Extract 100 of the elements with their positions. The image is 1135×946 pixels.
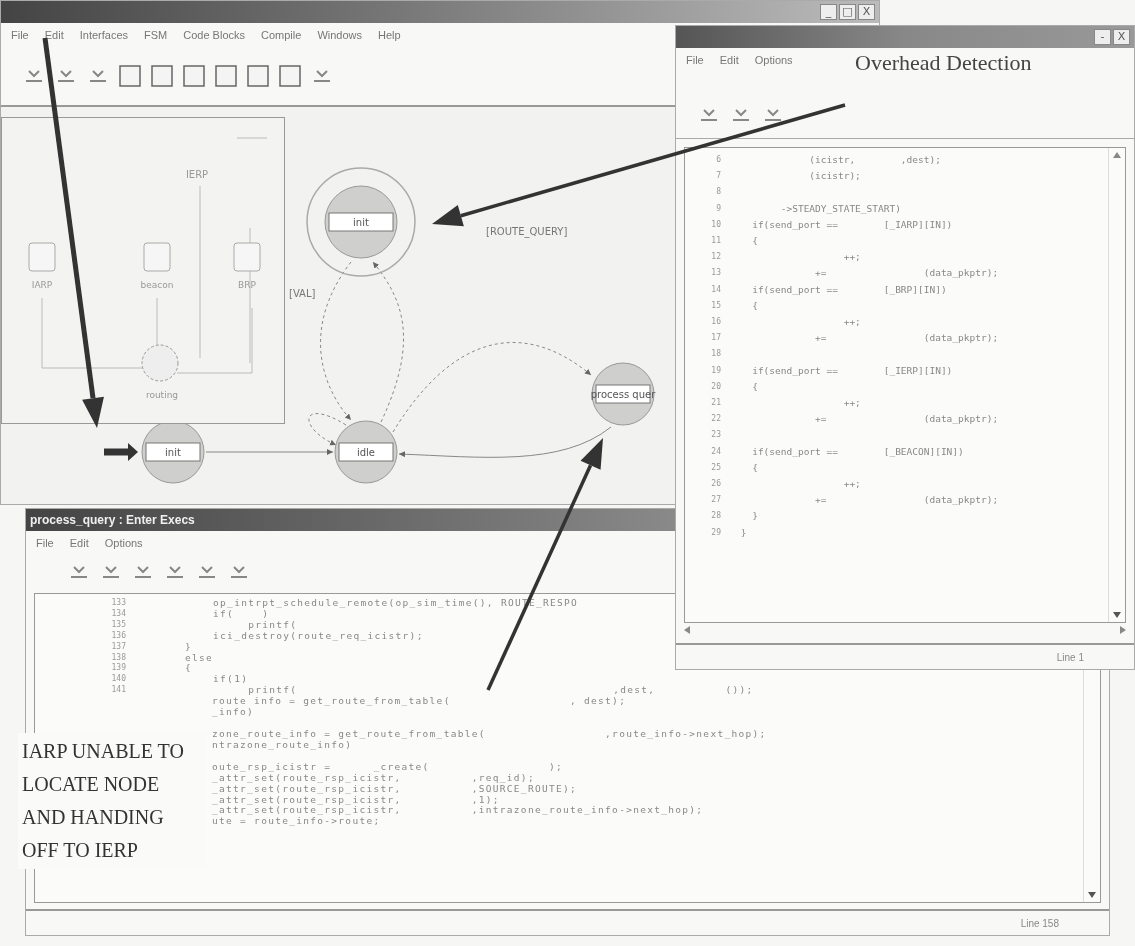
code-line: ++; — [842, 315, 861, 330]
line-number: 137 — [110, 641, 127, 653]
block-icon[interactable] — [277, 63, 303, 89]
code-line: ++; — [842, 477, 861, 492]
line-number: 10 — [710, 218, 722, 231]
menu-item[interactable]: Windows — [317, 29, 362, 41]
line-number: 12 — [710, 251, 722, 264]
window-control[interactable]: □ — [839, 4, 856, 20]
module-label: IERP — [185, 169, 209, 180]
menu-item[interactable]: Edit — [44, 29, 64, 41]
code-line: += (data_pkptr); — [814, 493, 999, 508]
line-number: 13 — [710, 267, 722, 280]
code-line: if(1) — [212, 674, 249, 686]
menu-item[interactable]: File — [686, 54, 704, 66]
line-number: 15 — [710, 299, 722, 312]
transition-label: [ROUTE_QUERY] — [486, 226, 568, 237]
code-line: } — [185, 641, 193, 653]
code-line: += (data_pkptr); — [814, 266, 999, 281]
line-number: 27 — [710, 494, 722, 507]
window-control[interactable]: X — [858, 4, 875, 20]
state-node[interactable]: idle — [334, 420, 398, 484]
code-line: { — [751, 298, 758, 313]
block-icon[interactable] — [117, 63, 143, 89]
line-number: 7 — [715, 170, 722, 183]
menu-item[interactable]: File — [36, 537, 54, 549]
menu-item[interactable]: Options — [104, 537, 143, 549]
code-line: if(send_port == [_IARP][IN]) — [751, 217, 953, 232]
scroll-left-icon[interactable] — [684, 626, 690, 634]
code-line: if(send_port == [_BRP][IN]) — [751, 282, 947, 297]
code-line: ++; — [842, 250, 861, 265]
status-text: Line 1 — [1056, 651, 1084, 663]
line-number: 139 — [110, 663, 127, 674]
annotation-text: Overhead Detection — [855, 50, 1032, 76]
line-number: 20 — [710, 380, 722, 393]
menu-item[interactable]: Help — [378, 29, 401, 41]
line-number: 24 — [710, 445, 722, 458]
code-line: += (data_pkptr); — [814, 412, 999, 427]
code-line: { — [751, 379, 758, 394]
block-icon[interactable] — [149, 63, 175, 89]
line-number: 18 — [710, 348, 722, 361]
block-icon[interactable] — [181, 63, 207, 89]
block-icon[interactable] — [245, 63, 271, 89]
code-line: printf( ,dest, ()); — [247, 685, 754, 697]
state-node[interactable]: init — [306, 167, 416, 277]
code-line: _attr_set(route_rsp_icistr, ,intrazone_route_info->next_hop); — [212, 805, 704, 817]
scroll-up-icon[interactable] — [1113, 152, 1121, 158]
line-number: 11 — [710, 235, 722, 247]
line-number: 134 — [110, 608, 127, 620]
code-line: if( ) — [212, 608, 270, 620]
line-number: 14 — [710, 283, 722, 296]
routing-node[interactable] — [141, 344, 179, 382]
code-line: _attr_set(route_rsp_icistr, ,SOURCE_ROUTE); — [212, 783, 577, 795]
code-line: (icistr); — [808, 169, 861, 184]
transition-label: [VAL] — [289, 288, 316, 299]
line-number: 9 — [715, 202, 722, 215]
menu-item[interactable]: File — [11, 29, 29, 41]
module-label: beacon — [140, 280, 174, 290]
menu-item[interactable]: FSM — [144, 29, 168, 41]
scroll-right-icon[interactable] — [1120, 626, 1126, 634]
module-label: BRP — [238, 280, 256, 290]
menu-item[interactable]: Edit — [719, 54, 739, 66]
code-line: if(send_port == [_IERP][IN]) — [751, 363, 953, 378]
menu-item[interactable]: Edit — [69, 537, 89, 549]
line-number: 25 — [710, 461, 722, 474]
code-line: oute_rsp_icistr = _create( ); — [212, 761, 563, 773]
menu-item[interactable]: Compile — [261, 29, 302, 41]
line-number: 23 — [710, 429, 722, 442]
scroll-down-icon[interactable] — [1088, 892, 1096, 898]
line-number: 26 — [710, 478, 722, 491]
menu-item[interactable]: Options — [754, 54, 793, 66]
window-control[interactable]: - — [1094, 29, 1111, 45]
code-line: _attr_set(route_rsp_icistr, ,1); — [212, 794, 500, 806]
code-line: } — [751, 509, 758, 524]
state-label: process quer — [590, 389, 656, 400]
code-line: { — [751, 460, 758, 475]
state-label: init — [165, 447, 181, 458]
window-control[interactable]: _ — [820, 4, 837, 20]
line-number: 133 — [110, 598, 127, 609]
scroll-down-icon[interactable] — [1113, 612, 1121, 618]
module-label: routing — [145, 390, 179, 400]
line-number: 8 — [715, 186, 722, 199]
code-line: route info = get_route_from_table( , dest); — [212, 696, 627, 708]
code-line: += (data_pkptr); — [814, 331, 999, 346]
line-number: 19 — [710, 364, 722, 377]
line-number: 21 — [710, 397, 722, 410]
menu-item[interactable]: Code Blocks — [183, 29, 245, 41]
block-icon[interactable] — [213, 63, 239, 89]
menu-item[interactable]: Interfaces — [79, 29, 128, 41]
code-line: } — [739, 525, 747, 540]
line-number: 28 — [710, 510, 722, 523]
state-label: idle — [356, 447, 376, 458]
line-number: 17 — [710, 332, 722, 345]
state-node[interactable]: process quer — [590, 362, 656, 426]
code-line: ntrazone_route_info) — [212, 739, 353, 751]
code-line: ->STEADY_STATE_START) — [779, 201, 901, 216]
window-control[interactable]: X — [1113, 29, 1130, 45]
module-label: IARP — [31, 280, 53, 290]
code-line: { — [751, 234, 758, 248]
line-number: 135 — [110, 619, 127, 631]
line-number: 138 — [110, 652, 127, 663]
